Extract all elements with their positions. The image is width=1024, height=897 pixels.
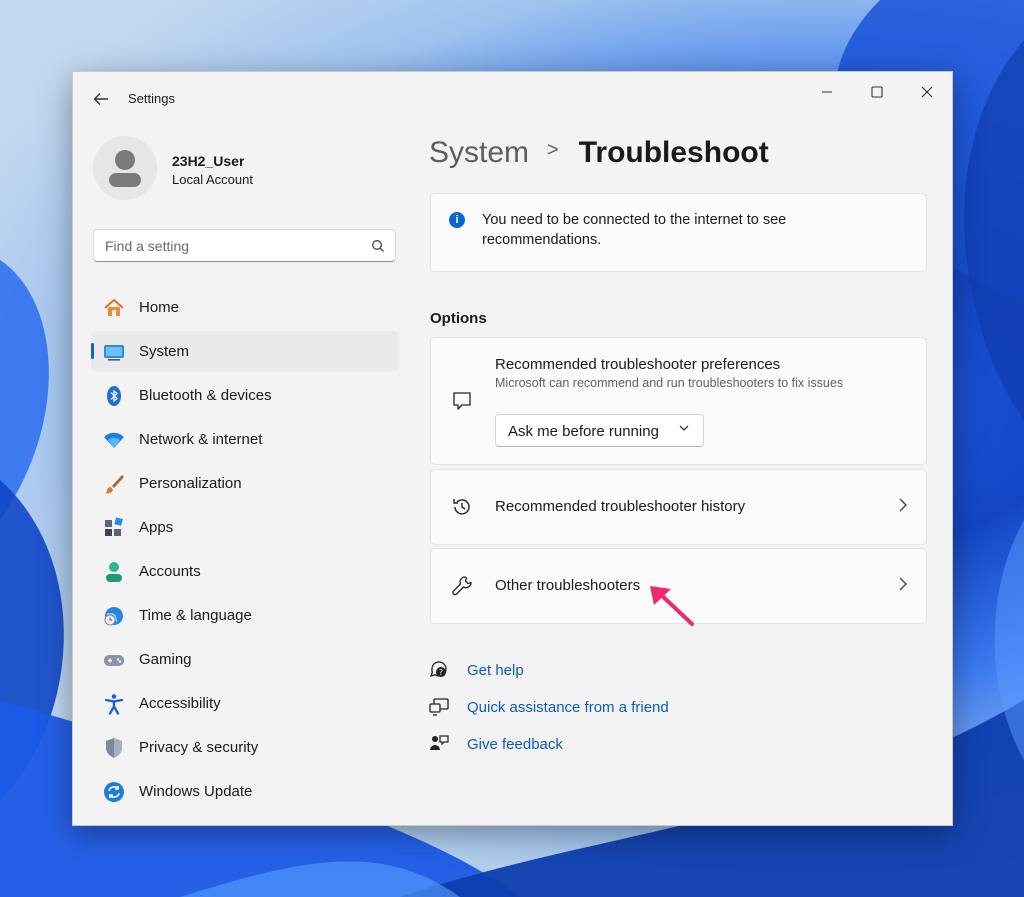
sidebar-item-bluetooth[interactable]: Bluetooth & devices: [91, 375, 399, 415]
troubleshooter-preferences-card: Recommended troubleshooter preferences M…: [430, 337, 927, 465]
apps-icon: [103, 517, 125, 539]
chat-bubble-icon: [451, 390, 473, 412]
run-preference-dropdown[interactable]: Ask me before running: [495, 414, 704, 447]
shield-icon: [103, 737, 125, 759]
quick-assist-label: Quick assistance from a friend: [467, 699, 669, 716]
sidebar-item-label: Apps: [139, 519, 174, 536]
sidebar-item-personalization[interactable]: Personalization: [91, 463, 399, 503]
bluetooth-icon: [103, 385, 125, 407]
preferences-subtitle: Microsoft can recommend and run troubles…: [495, 376, 844, 390]
user-name: 23H2_User: [172, 153, 245, 169]
settings-window: Settings 23H2_User Local Account Find a …: [72, 71, 953, 826]
get-help-label: Get help: [467, 662, 524, 679]
close-button[interactable]: [909, 80, 945, 104]
person-icon: [103, 561, 125, 583]
accessibility-icon: [103, 693, 125, 715]
sidebar-nav: Home System Bluetooth & devices Network …: [91, 287, 399, 815]
sidebar-item-label: Gaming: [139, 651, 192, 668]
history-title: Recommended troubleshooter history: [495, 498, 746, 515]
sidebar-item-system[interactable]: System: [91, 331, 399, 371]
app-title: Settings: [128, 91, 175, 106]
info-banner: i You need to be connected to the intern…: [430, 193, 927, 272]
options-heading: Options: [430, 310, 487, 327]
dropdown-selected-value: Ask me before running: [508, 423, 659, 440]
back-arrow-icon[interactable]: [91, 89, 111, 109]
breadcrumb: System > Troubleshoot: [429, 136, 769, 170]
info-text: You need to be connected to the internet…: [482, 212, 787, 248]
sidebar-item-accessibility[interactable]: Accessibility: [91, 683, 399, 723]
update-icon: [103, 781, 125, 803]
wifi-icon: [103, 429, 125, 451]
globe-clock-icon: [103, 605, 125, 627]
sidebar-item-gaming[interactable]: Gaming: [91, 639, 399, 679]
chevron-down-icon: [679, 423, 689, 436]
help-icon: ?: [429, 660, 449, 680]
sidebar-item-label: Bluetooth & devices: [139, 387, 272, 404]
history-icon: [451, 496, 473, 518]
sidebar-item-network[interactable]: Network & internet: [91, 419, 399, 459]
sidebar-item-label: Privacy & security: [139, 739, 259, 756]
sidebar-item-label: System: [139, 343, 190, 360]
search-placeholder: Find a setting: [105, 238, 190, 254]
feedback-icon: [429, 734, 449, 754]
troubleshooter-history-row[interactable]: Recommended troubleshooter history: [430, 469, 927, 545]
chevron-right-icon: [898, 496, 908, 517]
wrench-icon: [451, 575, 473, 597]
sidebar-item-label: Accounts: [139, 563, 201, 580]
other-troubleshooters-title: Other troubleshooters: [495, 577, 641, 594]
search-icon: [371, 239, 385, 258]
give-feedback-label: Give feedback: [467, 736, 563, 753]
account-type: Local Account: [172, 172, 253, 187]
sidebar-item-label: Windows Update: [139, 783, 253, 800]
maximize-button[interactable]: [859, 80, 895, 104]
minimize-button[interactable]: [809, 80, 845, 104]
home-icon: [103, 297, 125, 319]
sidebar-item-label: Personalization: [139, 475, 242, 492]
monitor-icon: [103, 341, 125, 363]
sidebar-item-home[interactable]: Home: [91, 287, 399, 327]
sidebar-item-label: Time & language: [139, 607, 252, 624]
brush-icon: [103, 473, 125, 495]
title-bar: Settings: [73, 72, 952, 126]
breadcrumb-separator: >: [547, 139, 559, 161]
svg-text:?: ?: [439, 668, 443, 677]
avatar: [93, 136, 157, 200]
sidebar-item-label: Network & internet: [139, 431, 263, 448]
sidebar-item-time-language[interactable]: Time & language: [91, 595, 399, 635]
sidebar-item-privacy[interactable]: Privacy & security: [91, 727, 399, 767]
chevron-right-icon: [898, 575, 908, 596]
preferences-title: Recommended troubleshooter preferences: [495, 356, 781, 373]
sidebar-item-apps[interactable]: Apps: [91, 507, 399, 547]
sidebar-item-windows-update[interactable]: Windows Update: [91, 771, 399, 811]
info-icon: i: [449, 212, 465, 228]
sidebar-item-label: Accessibility: [139, 695, 221, 712]
page-title: Troubleshoot: [578, 136, 769, 169]
gamepad-icon: [103, 649, 125, 671]
remote-assist-icon: [429, 697, 449, 717]
breadcrumb-parent[interactable]: System: [429, 136, 529, 169]
sidebar-item-accounts[interactable]: Accounts: [91, 551, 399, 591]
sidebar-item-label: Home: [139, 299, 180, 316]
annotation-arrow-icon: [647, 583, 697, 634]
search-input[interactable]: Find a setting: [93, 229, 396, 262]
